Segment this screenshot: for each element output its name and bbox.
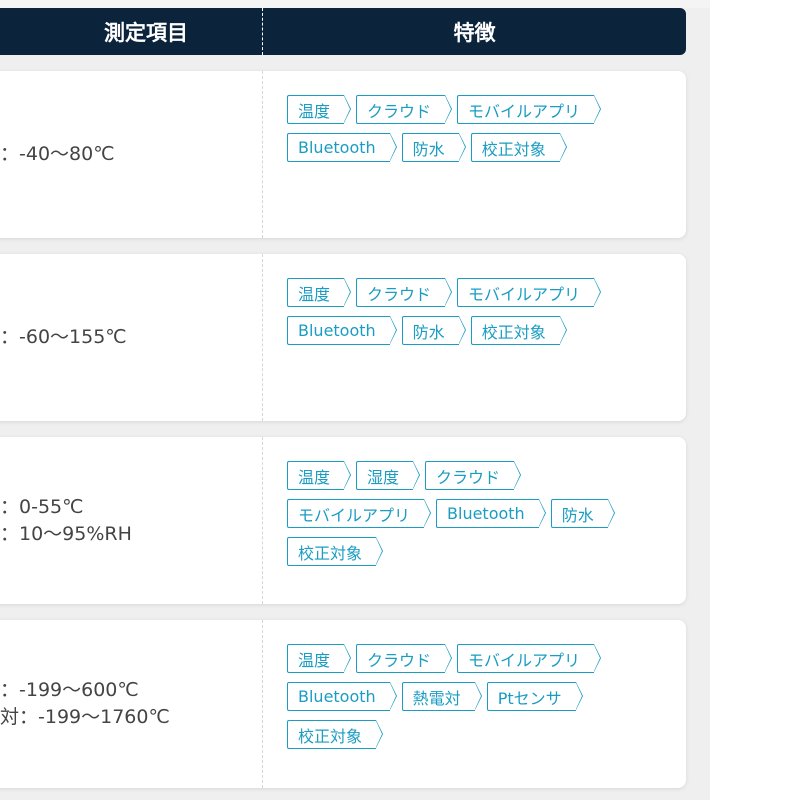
feature-tag[interactable]: クラウド [356, 95, 453, 124]
measurement-cell: ：-40〜80℃ [0, 71, 262, 238]
measurement-range: 対：-199〜1760℃ [0, 706, 170, 728]
feature-tag[interactable]: 校正対象 [470, 133, 567, 162]
feature-tag[interactable]: 校正対象 [287, 537, 384, 566]
table-row: ：-40〜80℃ 温度 クラウド モバイルアプリ Bluetooth 防水 校正対象 [0, 71, 686, 238]
feature-tag[interactable]: クラウド [425, 461, 522, 490]
feature-tag[interactable]: Bluetooth [287, 316, 397, 345]
features-cell: 温度 湿度 クラウドモバイルアプリ Bluetooth 防水校正対象 [263, 437, 686, 604]
header-measurement: 測定項目 [104, 20, 188, 45]
feature-tag[interactable]: クラウド [356, 644, 453, 673]
feature-tag[interactable]: モバイルアプリ [457, 278, 602, 307]
measurement-range: ：10〜95%RH [0, 522, 132, 545]
features-cell: 温度 クラウド モバイルアプリ Bluetooth 防水 校正対象 [263, 71, 686, 238]
measurement-range: ：0-55℃ [0, 495, 84, 518]
features-cell: 温度 クラウド モバイルアプリ Bluetooth 防水 校正対象 [263, 254, 686, 421]
feature-tag-list: 温度 クラウド モバイルアプリ Bluetooth 防水 校正対象 [287, 278, 627, 345]
feature-tag[interactable]: クラウド [356, 278, 453, 307]
feature-tag-list: 温度 クラウド モバイルアプリ Bluetooth 熱電対 Ptセンサ校正対象 [287, 644, 627, 749]
measurement-range: ：-40〜80℃ [0, 143, 115, 165]
feature-tag[interactable]: モバイルアプリ [457, 644, 602, 673]
feature-tag[interactable]: 防水 [401, 133, 466, 162]
measurement-cell: ：0-55℃ ：10〜95%RH [0, 437, 262, 604]
table-row: ：-199〜600℃ 対：-199〜1760℃ 温度 クラウド モバイルアプリ Bluet… [0, 620, 686, 788]
feature-tag[interactable]: Bluetooth [287, 133, 397, 162]
feature-tag[interactable]: 校正対象 [470, 316, 567, 345]
feature-tag[interactable]: 温度 [287, 95, 352, 124]
feature-tag[interactable]: 防水 [550, 499, 615, 528]
table-row: ：-60〜155℃ 温度 クラウド モバイルアプリ Bluetooth 防水 校正対象 [0, 254, 686, 421]
feature-tag[interactable]: Bluetooth [287, 682, 397, 711]
feature-tag[interactable]: 温度 [287, 461, 352, 490]
feature-tag[interactable]: モバイルアプリ [287, 499, 432, 528]
feature-tag[interactable]: モバイルアプリ [457, 95, 602, 124]
table-row: ：0-55℃ ：10〜95%RH 温度 湿度 クラウドモバイルアプリ Bluetooth 防… [0, 437, 686, 604]
feature-tag-list: 温度 湿度 クラウドモバイルアプリ Bluetooth 防水校正対象 [287, 461, 627, 566]
feature-tag-list: 温度 クラウド モバイルアプリ Bluetooth 防水 校正対象 [287, 95, 627, 162]
measurement-range: ：-60〜155℃ [0, 326, 127, 348]
feature-tag[interactable]: 防水 [401, 316, 466, 345]
feature-tag[interactable]: Bluetooth [436, 499, 546, 528]
measurement-range: ：-199〜600℃ [0, 679, 139, 701]
feature-tag[interactable]: 校正対象 [287, 720, 384, 749]
feature-tag[interactable]: Ptセンサ [486, 682, 583, 711]
features-cell: 温度 クラウド モバイルアプリ Bluetooth 熱電対 Ptセンサ校正対象 [263, 620, 686, 788]
header-features: 特徴 [453, 20, 496, 45]
feature-tag[interactable]: 熱電対 [401, 682, 482, 711]
feature-tag[interactable]: 温度 [287, 644, 352, 673]
measurement-cell: ：-60〜155℃ [0, 254, 262, 421]
feature-tag[interactable]: 温度 [287, 278, 352, 307]
table-header: 測定項目 特徴 [0, 8, 686, 55]
measurement-cell: ：-199〜600℃ 対：-199〜1760℃ [0, 620, 262, 788]
feature-tag[interactable]: 湿度 [356, 461, 421, 490]
